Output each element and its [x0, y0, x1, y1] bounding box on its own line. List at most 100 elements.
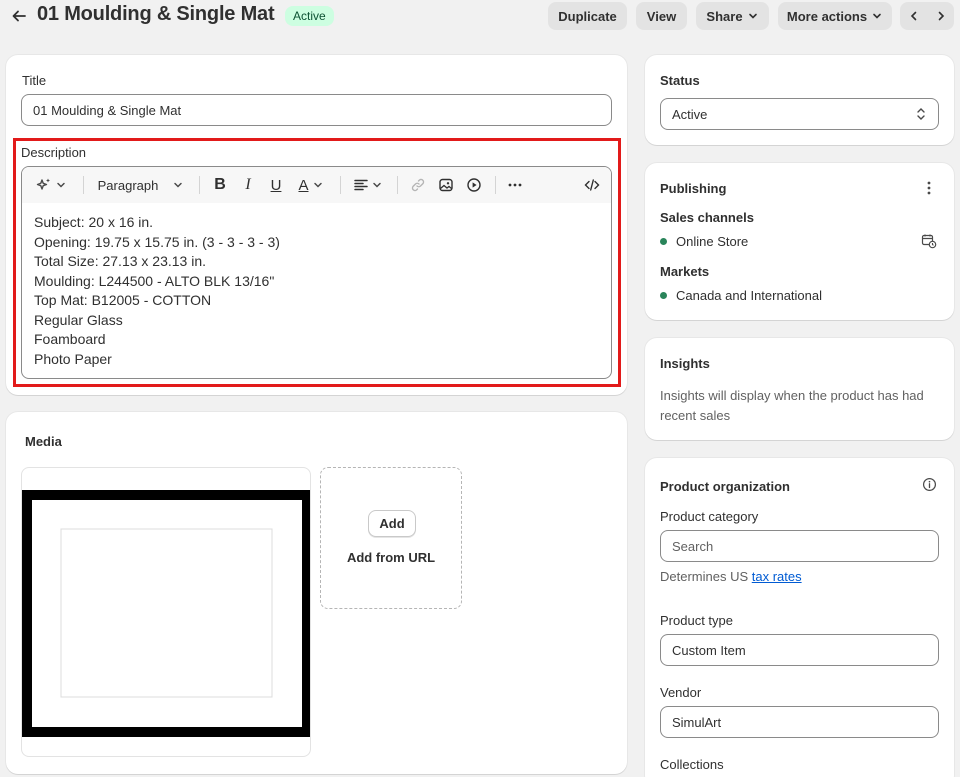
description-editor[interactable]: Paragraph B I U A Subject: 20 x 16 in. O…: [21, 166, 612, 379]
description-line: Regular Glass: [34, 311, 123, 328]
previous-product-button[interactable]: [900, 2, 927, 30]
description-label: Description: [21, 145, 87, 160]
markets-label: Markets: [660, 264, 710, 279]
ai-generate-button[interactable]: [32, 173, 70, 197]
align-button[interactable]: [351, 173, 385, 197]
paragraph-format-select[interactable]: Paragraph: [94, 173, 188, 197]
info-icon: [922, 477, 936, 491]
description-line: Subject: 20 x 16 in.: [34, 214, 154, 230]
bold-button[interactable]: B: [210, 173, 230, 197]
back-button[interactable]: [8, 5, 30, 27]
collections-label: Collections: [660, 757, 724, 772]
sales-channel-item: Online Store: [660, 234, 748, 249]
vendor-value: SimulArt: [672, 714, 722, 730]
title-label: Title: [22, 73, 47, 88]
media-thumbnail[interactable]: [21, 467, 311, 757]
status-dot: [660, 238, 667, 246]
title-input-value: 01 Moulding & Single Mat: [33, 102, 182, 118]
align-left-icon: [354, 179, 368, 191]
hint-text: Determines US: [660, 569, 752, 584]
toolbar-divider: [340, 176, 341, 194]
title-input[interactable]: 01 Moulding & Single Mat: [21, 94, 612, 126]
page-title: 01 Moulding & Single Mat: [37, 3, 275, 25]
product-type-input[interactable]: Custom Item: [660, 634, 939, 666]
chevron-down-icon: [56, 182, 65, 188]
product-category-hint: Determines US tax rates: [660, 569, 802, 584]
view-button[interactable]: View: [636, 2, 687, 30]
insights-title: Insights: [660, 356, 710, 371]
chevron-down-icon: [174, 182, 183, 188]
italic-icon: I: [245, 176, 251, 193]
publishing-menu-button[interactable]: [920, 179, 938, 197]
chevron-down-icon: [873, 13, 881, 19]
code-icon: [584, 179, 600, 191]
chevron-left-icon: [910, 11, 916, 21]
select-arrows-icon: [917, 108, 925, 120]
calendar-clock-icon: [921, 234, 937, 249]
description-line: Moulding: L244500 - ALTO BLK 13/16": [34, 272, 275, 289]
product-pagination: [900, 2, 954, 30]
add-media-label: Add: [379, 516, 405, 531]
view-label: View: [646, 8, 677, 24]
more-horizontal-icon: [508, 183, 522, 187]
vendor-label: Vendor: [660, 685, 702, 700]
show-html-button[interactable]: [581, 173, 603, 197]
bold-icon: B: [214, 176, 226, 193]
sparkle-icon: [36, 178, 50, 190]
description-content[interactable]: Subject: 20 x 16 in. Opening: 19.75 x 15…: [34, 213, 280, 369]
status-badge: Active: [285, 6, 334, 26]
framed-product-image: [22, 490, 310, 737]
description-line: Total Size: 27.13 x 23.13 in.: [34, 253, 206, 269]
toolbar-divider: [83, 176, 84, 194]
insert-video-button[interactable]: [464, 173, 484, 197]
add-from-url-link[interactable]: Add from URL: [321, 550, 461, 565]
text-color-icon: A: [298, 176, 309, 194]
schedule-publish-button[interactable]: [920, 232, 938, 250]
share-button[interactable]: Share: [696, 2, 769, 30]
chevron-down-icon: [748, 13, 757, 19]
play-circle-icon: [467, 178, 481, 192]
status-select-value: Active: [672, 106, 708, 122]
vendor-input[interactable]: SimulArt: [660, 706, 939, 738]
product-category-placeholder: Search: [672, 538, 714, 554]
text-color-button[interactable]: A: [294, 173, 328, 197]
description-line: Photo Paper: [34, 350, 112, 367]
organization-info-button[interactable]: [920, 475, 938, 493]
tax-rates-link[interactable]: tax rates: [752, 569, 802, 584]
toolbar-divider: [397, 176, 398, 194]
insert-image-button[interactable]: [436, 173, 456, 197]
description-line: Top Mat: B12005 - COTTON: [34, 292, 212, 308]
share-label: Share: [706, 8, 743, 24]
status-title: Status: [660, 73, 700, 88]
duplicate-button[interactable]: Duplicate: [548, 2, 627, 30]
status-dot: [660, 292, 667, 300]
product-category-input[interactable]: Search: [660, 530, 939, 562]
status-select[interactable]: Active: [660, 98, 939, 130]
arrow-left-icon: [12, 10, 26, 22]
insert-link-button[interactable]: [408, 173, 428, 197]
more-vertical-icon: [927, 181, 931, 195]
paragraph-format-label: Paragraph: [97, 177, 159, 193]
duplicate-label: Duplicate: [558, 8, 617, 24]
more-formatting-button[interactable]: [505, 173, 525, 197]
toolbar-divider: [199, 176, 200, 194]
underline-button[interactable]: U: [266, 173, 286, 197]
product-category-label: Product category: [660, 509, 759, 524]
more-actions-button[interactable]: More actions: [778, 2, 892, 30]
description-line: Foamboard: [34, 331, 106, 347]
insights-text: Insights will display when the product h…: [660, 388, 924, 423]
product-organization-title: Product organization: [660, 479, 790, 494]
chevron-right-icon: [938, 11, 944, 21]
toolbar-divider: [495, 176, 496, 194]
italic-button[interactable]: I: [238, 173, 258, 197]
market-name: Canada and International: [676, 288, 823, 303]
next-product-button[interactable]: [927, 2, 954, 30]
sales-channel-name: Online Store: [676, 234, 749, 249]
sales-channels-label: Sales channels: [660, 210, 754, 225]
media-upload-dropzone[interactable]: Add Add from URL: [320, 467, 462, 609]
market-item: Canada and International: [660, 288, 822, 303]
add-media-button[interactable]: Add: [368, 510, 416, 537]
page-header: 01 Moulding & Single Mat Active Duplicat…: [0, 0, 960, 34]
editor-toolbar: Paragraph B I U A: [22, 167, 611, 203]
more-actions-label: More actions: [786, 8, 868, 24]
